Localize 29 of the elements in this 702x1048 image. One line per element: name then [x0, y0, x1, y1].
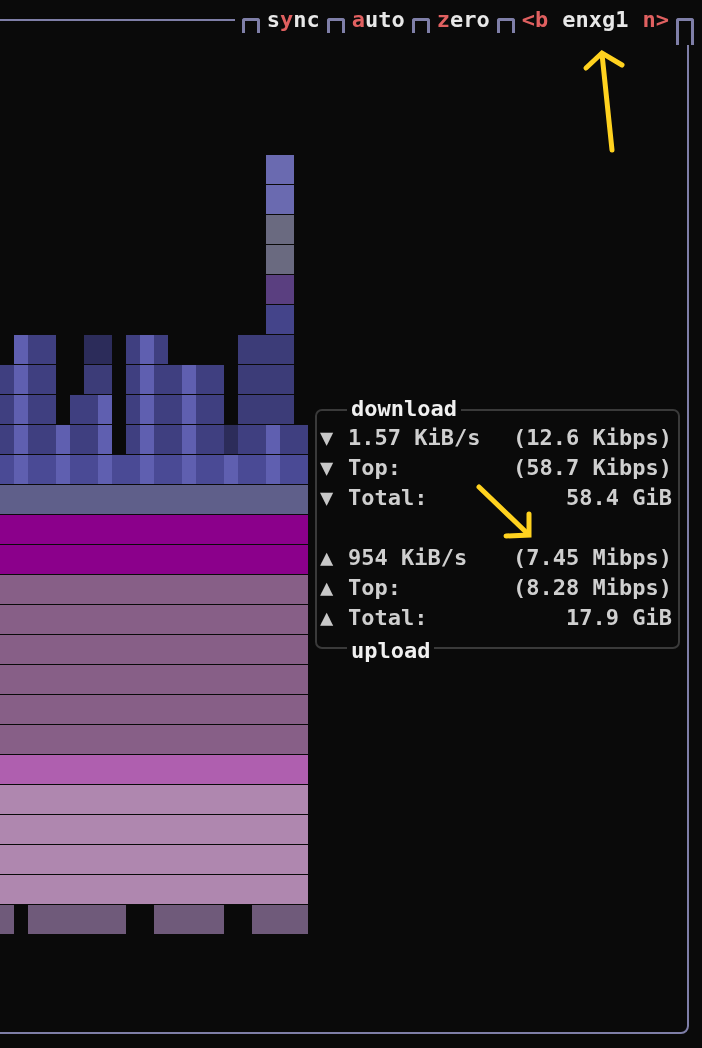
toggle-button[interactable]: zero — [436, 3, 490, 37]
separator-bracket — [676, 18, 694, 45]
toggle-button[interactable]: sync — [266, 3, 320, 37]
interface-name: enxg1 — [562, 6, 629, 34]
previous-interface-button[interactable]: <b — [521, 3, 549, 37]
next-interface-button[interactable]: n> — [642, 3, 669, 37]
separator-bracket — [326, 18, 345, 33]
toggle-button[interactable]: auto — [351, 3, 405, 37]
stat-value: (12.6 Kibps) — [513, 424, 672, 452]
stat-value: (7.45 Mibps) — [513, 544, 672, 572]
stat-value: (58.7 Kibps) — [513, 454, 672, 482]
stat-label: Top: — [348, 574, 402, 602]
separator-bracket — [411, 18, 430, 33]
stat-value: 17.9 GiB — [566, 604, 672, 632]
stat-value: 58.4 GiB — [566, 484, 672, 512]
stat-label: 1.57 KiB/s — [348, 424, 482, 452]
triangle-icon: ▲ — [320, 573, 348, 603]
triangle-icon: ▼ — [320, 423, 348, 453]
triangle-icon: ▼ — [320, 453, 348, 483]
triangle-icon: ▲ — [320, 543, 348, 573]
stat-label: Top: — [348, 454, 402, 482]
stat-label: Total: — [348, 604, 429, 632]
separator-bracket — [496, 18, 515, 33]
stat-label: Total: — [348, 484, 429, 512]
triangle-icon: ▲ — [320, 603, 348, 633]
stat-label: 954 KiB/s — [348, 544, 469, 572]
triangle-icon: ▼ — [320, 483, 348, 513]
stat-value: (8.28 Mibps) — [513, 574, 672, 602]
separator-bracket — [241, 18, 260, 33]
